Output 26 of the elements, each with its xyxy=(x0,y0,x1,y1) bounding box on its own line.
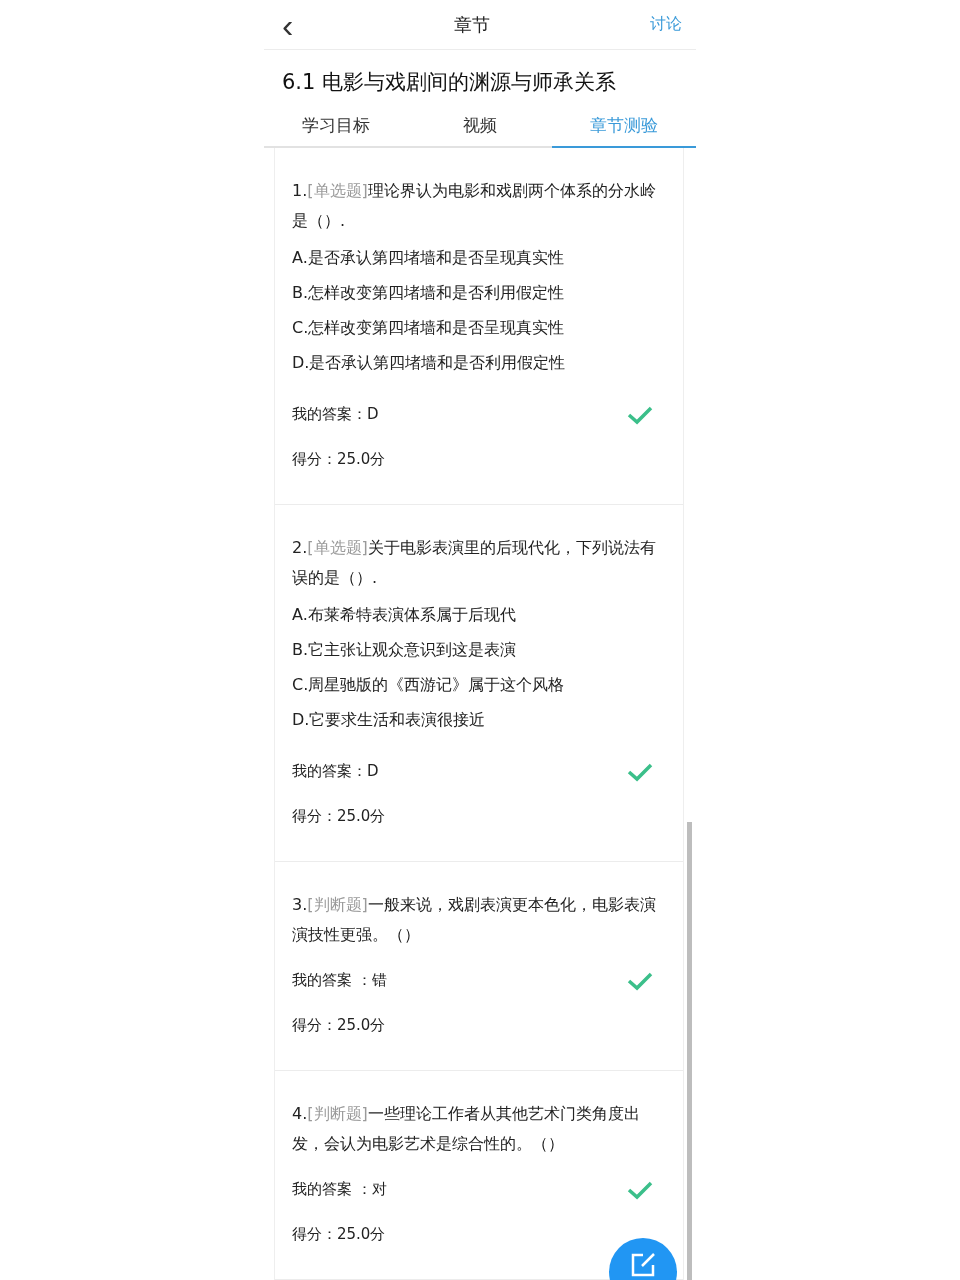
score-text: 得分：25.0分 xyxy=(292,1015,387,1036)
my-answer: 我的答案 ：对 xyxy=(292,1180,387,1199)
score-text: 得分：25.0分 xyxy=(292,806,387,827)
my-answer: 我的答案：D xyxy=(292,405,379,424)
score-text: 得分：25.0分 xyxy=(292,449,387,470)
question-text: 4.[判断题]一些理论工作者从其他艺术门类角度出发，会认为电影艺术是综合性的。（） xyxy=(292,1103,641,1155)
score-text: 得分：25.0分 xyxy=(292,1224,387,1245)
back-button[interactable]: ‹ xyxy=(282,7,294,42)
edit-icon xyxy=(630,1252,656,1278)
question-text: 1.[单选题]理论界认为电影和戏剧两个体系的分水岭是（）. xyxy=(292,180,657,232)
answer-option: D.是否承认第四堵墙和是否利用假定性 xyxy=(292,345,667,380)
answer-option: C.周星驰版的《西游记》属于这个风格 xyxy=(292,667,667,702)
nav-title: 章节 xyxy=(453,12,490,37)
answer-option: B.它主张让观众意识到这是表演 xyxy=(292,632,667,667)
answer-option: D.它要求生活和表演很接近 xyxy=(292,702,667,737)
my-answer: 我的答案 ：错 xyxy=(292,971,387,990)
my-answer: 我的答案：D xyxy=(292,762,379,781)
question-text: 3.[判断题]一般来说，戏剧表演更本色化，电影表演演技性更强。（） xyxy=(292,894,657,946)
tab[interactable]: 学习目标 xyxy=(264,104,408,148)
tab[interactable]: 视频 xyxy=(408,104,552,148)
answer-option: C.怎样改变第四堵墙和是否呈现真实性 xyxy=(292,310,667,345)
chapter-title: 6.1 电影与戏剧间的渊源与师承关系 xyxy=(281,69,618,97)
question-text: 2.[单选题]关于电影表演里的后现代化，下列说法有误的是（）. xyxy=(292,537,657,589)
answer-option: A.布莱希特表演体系属于后现代 xyxy=(292,597,667,632)
answer-option: A.是否承认第四堵墙和是否呈现真实性 xyxy=(292,240,667,275)
answer-option: B.怎样改变第四堵墙和是否利用假定性 xyxy=(292,275,667,310)
